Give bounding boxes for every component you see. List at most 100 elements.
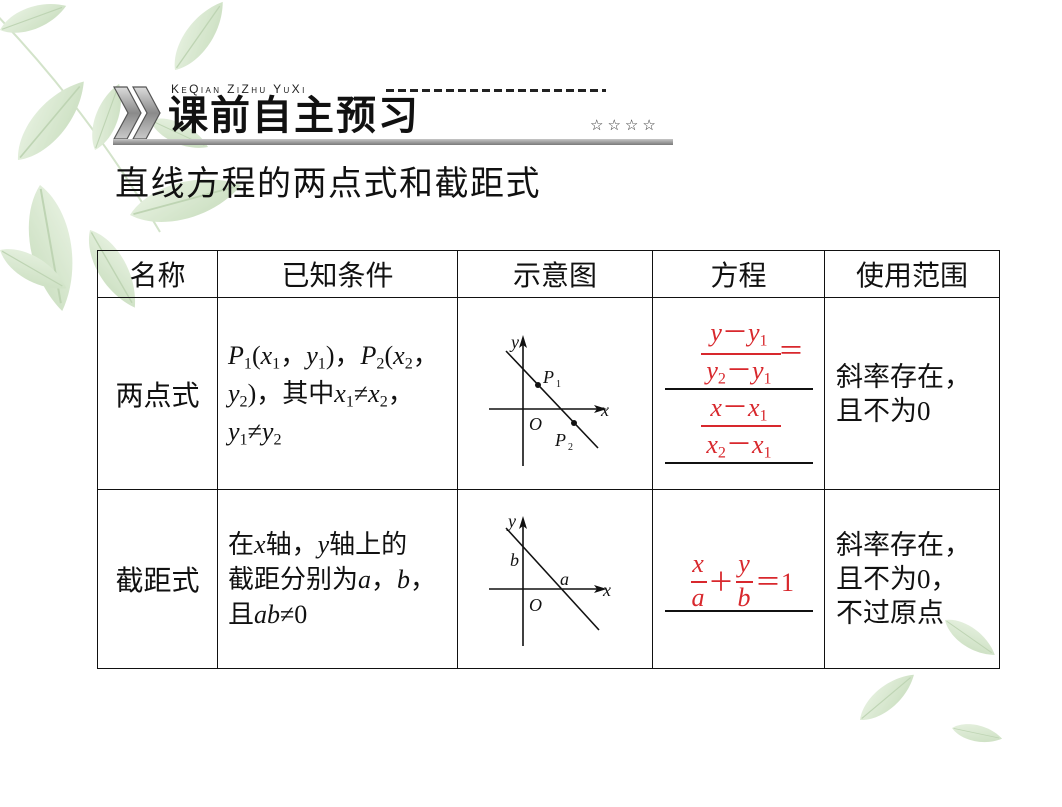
math-variable: y [228,416,240,446]
origin-label: O [529,595,542,615]
subscript: 2 [273,431,282,448]
x-axis-label: x [600,400,609,420]
math-variable: y [317,529,330,559]
banner-underline [113,139,673,145]
condition-line: P1(x1，y1)，P2(x2， [228,337,457,375]
table-row-two-point-form: 两点式 P1(x1，y1)，P2(x2， y2)，其中x1≠x2， y1≠y2 … [97,297,1000,490]
point-p2-subscript: 2 [568,442,573,453]
x-intercept-label: a [560,569,569,589]
text-run: )， [325,340,361,370]
text-run: 在 [228,529,255,559]
subscript: 1 [759,407,768,425]
point-p2-label: P [554,430,566,450]
text-run: － [725,430,752,459]
math-variable: ab [254,599,281,629]
math-variable: y [752,356,764,385]
equals-one: ＝1 [755,568,795,597]
math-variable: x [710,393,722,422]
y-intercept-label: b [510,550,519,570]
subscript: 2 [379,393,388,410]
subscript: 2 [404,355,413,372]
known-conditions: 在x轴，y轴上的 截距分别为a，b， 且ab≠0 [217,489,458,669]
row-name: 截距式 [97,489,218,669]
diagram-cell: y x O b a [457,489,653,669]
text-run: ( [384,340,394,370]
slide: KeQian ZiZhu YuXi 课前自主预习 ☆☆☆☆ 直线方程的两点式和截… [0,0,1062,807]
text-run: ， [412,340,439,370]
math-variable: y [710,318,722,347]
text-run: )，其中 [247,378,335,408]
math-variable: y [706,356,718,385]
point-p1 [535,382,541,388]
table-row-intercept-form: 截距式 在x轴，y轴上的 截距分别为a，b， 且ab≠0 y x O b a x… [97,489,1000,669]
subscript: 1 [317,355,326,372]
text-run: 且 [228,599,255,629]
math-variable: y [261,416,274,446]
answer-blank-line [665,388,813,390]
equation-cell: y－y1 ＝ y2－y1 x－x1 x2－x1 [652,297,825,490]
subscript: 1 [763,370,772,388]
left-fraction-numerator: y－y1 [689,318,789,350]
text-run: 轴上的 [329,529,408,559]
column-header-diagram: 示意图 [457,250,653,298]
answer-blank-line [665,610,813,612]
column-header-equation: 方程 [652,250,825,298]
text-run: ， [371,564,398,594]
right-fraction-numerator: x－x1 [689,393,789,425]
math-variable: y [228,378,240,408]
two-point-equation: y－y1 ＝ y2－y1 x－x1 x2－x1 [654,299,824,488]
math-variable: x [334,378,346,408]
line-through-p1-p2 [505,350,599,449]
math-variable: a [358,564,372,594]
y-axis-label: y [509,332,519,352]
subscript: 2 [717,370,726,388]
condition-line: y2)，其中x1≠x2， [228,375,457,413]
right-fraction-denominator: x2－x1 [689,430,789,462]
origin-label: O [529,414,542,434]
text-run: － [721,393,748,422]
intercept-equation: x a ＋ y b ＝1 [654,491,824,667]
row-name: 两点式 [97,297,218,490]
text-run: ≠0 [280,599,308,629]
subscript: 1 [239,431,248,448]
usage-line: 斜率存在， [836,361,971,392]
point-p1-label: P [542,367,554,387]
column-header-name: 名称 [97,250,218,298]
usage-line: 且不为0， [836,564,958,594]
subscript: 1 [763,444,772,462]
two-point-form-diagram: y x O P 1 P 2 [489,332,609,466]
math-variable: x [254,529,266,559]
answer-blank-line [665,462,813,464]
table-header-row: 名称 已知条件 示意图 方程 使用范围 [97,250,1000,298]
column-header-usage: 使用范围 [824,250,1000,298]
condition-line: 截距分别为a，b， [228,562,457,597]
subscript: 1 [759,332,768,350]
usage-line: 且不为0 [836,395,931,426]
text-run: ， [280,340,307,370]
column-header-conditions: 已知条件 [217,250,458,298]
condition-line: y1≠y2 [228,413,457,451]
subscript: 2 [239,393,248,410]
text-run: ( [251,340,261,370]
dashed-rule [386,89,606,92]
text-run: ， [387,378,414,408]
text-run: ≠ [247,416,262,446]
usage-line: 斜率存在， [836,530,971,560]
left-fraction-bar [701,353,781,355]
text-run: － [721,318,748,347]
math-variable: x [368,378,380,408]
math-variable: y [747,318,760,347]
math-variable: x [747,393,760,422]
text-run: ， [410,564,437,594]
condition-line: 且ab≠0 [228,597,457,632]
page-subtitle: 直线方程的两点式和截距式 [115,166,541,203]
usage-line: 不过原点 [836,598,944,628]
text-run: 截距分别为 [228,564,359,594]
double-chevron-icon [113,86,161,140]
known-conditions: P1(x1，y1)，P2(x2， y2)，其中x1≠x2， y1≠y2 [217,297,458,490]
math-variable: x [393,340,405,370]
subscript: 1 [243,355,252,372]
formula-table: 名称 已知条件 示意图 方程 使用范围 两点式 P1(x1，y1)，P2(x2，… [97,250,1000,669]
section-title: 课前自主预习 [168,93,420,139]
right-fraction-bar [701,425,781,427]
